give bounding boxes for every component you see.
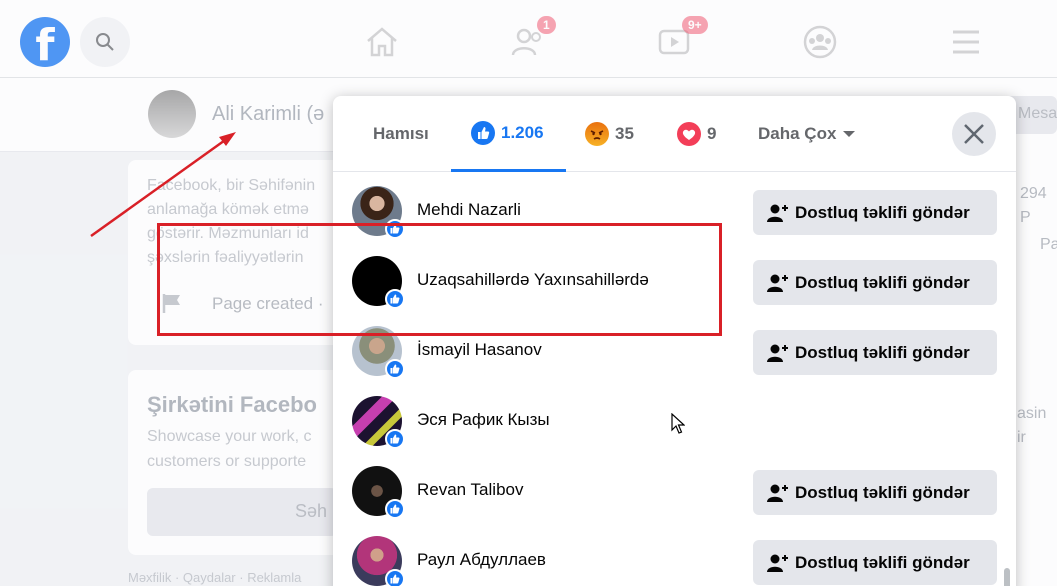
annotation-arrow <box>90 132 236 238</box>
mouse-cursor-icon <box>671 413 685 434</box>
